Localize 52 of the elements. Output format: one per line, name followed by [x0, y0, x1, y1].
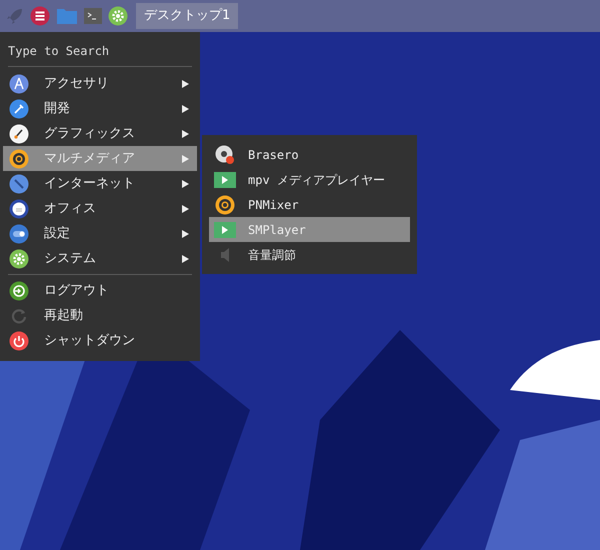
- submenu-arrow-icon: [182, 130, 189, 138]
- workspace-button[interactable]: デスクトップ1: [136, 3, 238, 29]
- play-icon: [214, 222, 236, 238]
- submenu-arrow-icon: [182, 180, 189, 188]
- gear-icon: [9, 248, 29, 268]
- menu-item[interactable]: ログアウト: [3, 278, 197, 303]
- menu-icon[interactable]: [30, 6, 50, 26]
- menu-item[interactable]: 再起動: [3, 303, 197, 328]
- menu-label: PNMixer: [248, 196, 299, 214]
- submenu-arrow-icon: [182, 104, 189, 112]
- menu-label: Brasero: [248, 146, 299, 164]
- menu-item[interactable]: mpv メディアプレイヤー: [209, 167, 410, 192]
- menu-item[interactable]: アクセサリ: [3, 71, 197, 96]
- menu-label: インターネット: [44, 174, 136, 193]
- submenu-arrow-icon: [182, 230, 189, 238]
- menu-label: マルチメディア: [44, 150, 136, 168]
- menu-label: 設定: [44, 224, 71, 243]
- menu-label: ログアウト: [44, 282, 110, 300]
- document-icon: [9, 198, 29, 218]
- menu-label: シャットダウン: [44, 332, 136, 350]
- menu-label: mpv メディアプレイヤー: [248, 172, 385, 188]
- toggle-icon: [9, 224, 29, 244]
- menu-label: アクセサリ: [44, 74, 110, 93]
- menu-label: 再起動: [44, 306, 84, 325]
- menu-label: システム: [44, 250, 97, 268]
- menu-label: オフィス: [44, 200, 97, 218]
- search-field[interactable]: Type to Search: [3, 42, 197, 60]
- menu-item[interactable]: 音量調節: [209, 242, 410, 267]
- menu-item[interactable]: Brasero: [209, 142, 410, 167]
- menu-item[interactable]: シャットダウン: [3, 328, 197, 353]
- submenu-arrow-icon: [182, 80, 189, 88]
- menu-item[interactable]: PNMixer: [209, 192, 410, 217]
- menu-label: 音量調節: [248, 246, 296, 264]
- submenu-arrow-icon: [182, 154, 189, 162]
- logout-icon: [9, 280, 29, 300]
- menu-label: SMPlayer: [248, 222, 306, 238]
- submenu-arrow-icon: [182, 204, 189, 212]
- disc-icon: [215, 144, 235, 164]
- submenu-arrow-icon: [182, 254, 189, 262]
- menu-item[interactable]: 開発: [3, 96, 197, 121]
- terminal-icon[interactable]: [84, 8, 102, 24]
- hammer-icon: [9, 98, 29, 118]
- play-icon: [214, 172, 236, 188]
- menu-item[interactable]: オフィス: [3, 196, 197, 221]
- menu-item[interactable]: グラフィックス: [3, 121, 197, 146]
- menu-item[interactable]: システム: [3, 246, 197, 271]
- menu-label: 開発: [44, 100, 71, 118]
- power-icon: [9, 330, 29, 350]
- menu-item[interactable]: 設定: [3, 221, 197, 246]
- menu-item[interactable]: インターネット: [3, 171, 197, 196]
- gear-icon[interactable]: [108, 6, 128, 26]
- menu-label: グラフィックス: [44, 124, 136, 143]
